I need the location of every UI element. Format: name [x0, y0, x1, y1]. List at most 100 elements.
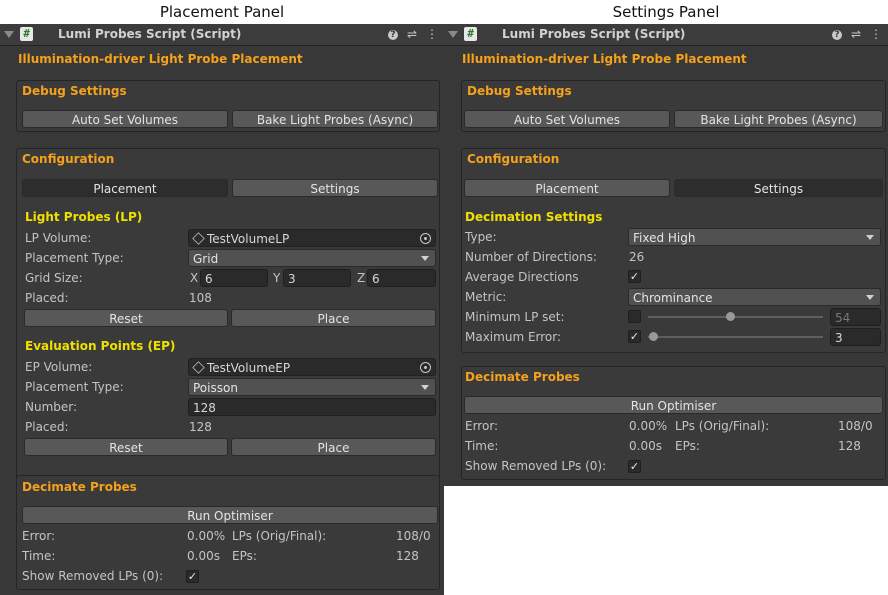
- object-picker-icon[interactable]: [420, 362, 431, 373]
- light-probes-title: Light Probes (LP): [25, 210, 143, 224]
- lp-place-button[interactable]: Place: [231, 309, 436, 327]
- help-glyph: ?: [832, 29, 842, 40]
- run-optimiser-button[interactable]: Run Optimiser: [464, 396, 883, 414]
- presets-icon[interactable]: ⇌: [404, 26, 420, 43]
- script-icon: #: [20, 27, 33, 41]
- maximum-error-field[interactable]: 3: [830, 328, 881, 346]
- grid-x-label: X: [190, 271, 199, 285]
- ep-placement-type-dropdown[interactable]: Poisson: [188, 378, 436, 396]
- lp-reset-button[interactable]: Reset: [24, 309, 228, 327]
- maximum-error-slider-track[interactable]: [648, 336, 823, 338]
- chevron-down-icon: [866, 235, 874, 240]
- debug-settings-title: Debug Settings: [22, 84, 127, 98]
- show-removed-label: Show Removed LPs (0):: [465, 459, 607, 473]
- foldout-arrow-icon[interactable]: [4, 31, 14, 38]
- decimation-type-dropdown[interactable]: Fixed High: [628, 228, 881, 246]
- configuration-box: Configuration Placement Settings Light P…: [16, 148, 440, 482]
- decimation-settings-title: Decimation Settings: [465, 210, 603, 224]
- minimum-lp-set-label: Minimum LP set:: [465, 310, 565, 324]
- configuration-title: Configuration: [22, 152, 115, 166]
- error-label: Error:: [22, 529, 56, 543]
- time-label: Time:: [465, 439, 499, 453]
- ep-volume-field[interactable]: TestVolumeEP: [188, 358, 436, 376]
- lp-volume-field[interactable]: TestVolumeLP: [188, 229, 436, 247]
- context-menu-icon[interactable]: ⋮: [868, 26, 884, 43]
- object-picker-icon[interactable]: [420, 233, 431, 244]
- maximum-error-label: Maximum Error:: [465, 330, 562, 344]
- metric-label: Metric:: [465, 290, 507, 304]
- show-removed-checkbox[interactable]: ✓: [628, 460, 641, 473]
- auto-set-volumes-button[interactable]: Auto Set Volumes: [464, 110, 670, 128]
- ep-number-label: Number:: [25, 400, 78, 414]
- bake-light-probes-button[interactable]: Bake Light Probes (Async): [674, 110, 883, 128]
- configuration-title: Configuration: [467, 152, 560, 166]
- ep-volume-label: EP Volume:: [25, 360, 93, 374]
- component-title: Lumi Probes Script (Script): [502, 27, 686, 41]
- error-value: 0.00%: [629, 419, 668, 433]
- lps-value: 108/0: [838, 419, 873, 433]
- settings-panel: # Lumi Probes Script (Script) ? ⇌ ⋮ Illu…: [444, 24, 888, 486]
- decimate-probes-title: Decimate Probes: [22, 480, 137, 494]
- help-glyph: ?: [388, 29, 398, 40]
- lp-placement-type-dropdown[interactable]: Grid: [188, 249, 436, 267]
- lp-placed-label: Placed:: [25, 291, 69, 305]
- ep-place-button[interactable]: Place: [231, 438, 436, 456]
- grid-y-field[interactable]: 3: [283, 269, 351, 287]
- grid-x-field[interactable]: 6: [200, 269, 268, 287]
- average-directions-checkbox[interactable]: ✓: [628, 270, 641, 283]
- minimum-lp-set-slider-handle[interactable]: [726, 312, 736, 321]
- presets-icon[interactable]: ⇌: [848, 26, 864, 43]
- context-menu-icon[interactable]: ⋮: [424, 26, 440, 43]
- tab-settings[interactable]: Settings: [674, 179, 883, 197]
- metric-value: Chrominance: [633, 291, 713, 305]
- configuration-box: Configuration Placement Settings Decimat…: [461, 148, 886, 353]
- minimum-lp-set-checkbox[interactable]: [628, 310, 641, 323]
- ep-placement-type-label: Placement Type:: [25, 380, 124, 394]
- help-icon[interactable]: ?: [385, 26, 401, 43]
- bake-light-probes-button[interactable]: Bake Light Probes (Async): [232, 110, 438, 128]
- maximum-error-checkbox[interactable]: ✓: [628, 330, 641, 343]
- average-directions-label: Average Directions: [465, 270, 579, 284]
- auto-set-volumes-button[interactable]: Auto Set Volumes: [22, 110, 228, 128]
- time-label: Time:: [22, 549, 56, 563]
- lp-placement-type-label: Placement Type:: [25, 251, 124, 265]
- minimum-lp-set-slider-track[interactable]: [648, 316, 823, 318]
- metric-dropdown[interactable]: Chrominance: [628, 288, 881, 306]
- chevron-down-icon: [421, 256, 429, 261]
- settings-panel-caption: Settings Panel: [612, 3, 720, 21]
- chevron-down-icon: [421, 385, 429, 390]
- maximum-error-slider-handle[interactable]: [649, 332, 659, 341]
- show-removed-checkbox[interactable]: ✓: [186, 570, 199, 583]
- tab-placement[interactable]: Placement: [22, 179, 228, 197]
- grid-z-field[interactable]: 6: [367, 269, 436, 287]
- main-title: Illumination-driver Light Probe Placemen…: [462, 52, 747, 66]
- debug-settings-title: Debug Settings: [467, 84, 572, 98]
- debug-settings-box: Debug Settings Auto Set Volumes Bake Lig…: [16, 80, 440, 132]
- help-icon[interactable]: ?: [829, 26, 845, 43]
- foldout-arrow-icon[interactable]: [448, 31, 458, 38]
- eps-label: EPs:: [232, 549, 257, 563]
- debug-settings-box: Debug Settings Auto Set Volumes Bake Lig…: [461, 80, 886, 132]
- tab-settings[interactable]: Settings: [232, 179, 438, 197]
- lp-volume-value: TestVolumeLP: [207, 232, 290, 246]
- number-of-directions-value: 26: [629, 250, 645, 264]
- ep-reset-button[interactable]: Reset: [24, 438, 228, 456]
- component-header[interactable]: # Lumi Probes Script (Script) ? ⇌ ⋮: [444, 24, 888, 46]
- lp-placement-type-value: Grid: [193, 252, 219, 266]
- decimate-probes-box: Decimate Probes Run Optimiser Error: 0.0…: [461, 366, 886, 480]
- eps-value: 128: [838, 439, 861, 453]
- show-removed-label: Show Removed LPs (0):: [22, 569, 164, 583]
- lp-placed-value: 108: [189, 291, 212, 305]
- tab-placement[interactable]: Placement: [464, 179, 670, 197]
- component-header[interactable]: # Lumi Probes Script (Script) ? ⇌ ⋮: [0, 24, 444, 46]
- minimum-lp-set-field[interactable]: 54: [830, 308, 881, 326]
- ep-number-field[interactable]: 128: [188, 398, 436, 416]
- grid-y-label: Y: [273, 271, 281, 285]
- lps-value: 108/0: [396, 529, 431, 543]
- ep-placed-label: Placed:: [25, 420, 69, 434]
- chevron-down-icon: [866, 295, 874, 300]
- run-optimiser-button[interactable]: Run Optimiser: [22, 506, 438, 524]
- grid-size-label: Grid Size:: [25, 271, 83, 285]
- eps-label: EPs:: [675, 439, 700, 453]
- placement-panel: # Lumi Probes Script (Script) ? ⇌ ⋮ Illu…: [0, 24, 444, 595]
